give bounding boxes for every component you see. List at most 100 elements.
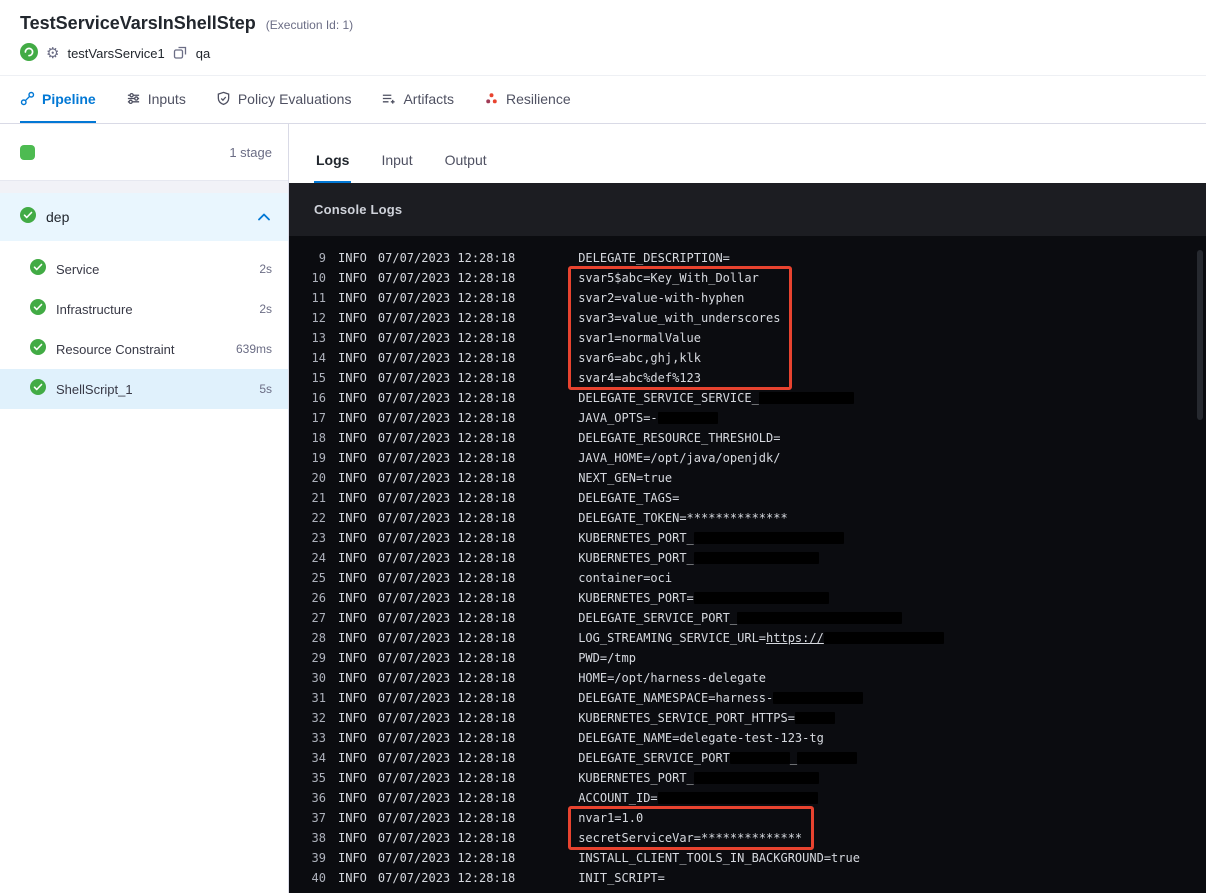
stage-summary-row: 1 stage — [0, 124, 288, 181]
line-number: 14 — [311, 351, 326, 365]
line-number: 30 — [311, 671, 326, 685]
log-link[interactable]: https:// — [766, 631, 824, 645]
log-timestamp: 07/07/2023 12:28:18 — [377, 631, 516, 645]
log-line: 30 INFO 07/07/2023 12:28:18 HOME=/opt/harne… — [289, 668, 1206, 688]
log-text: LOG_STREAMING_SERVICE_URL= — [578, 631, 767, 645]
log-line: 40 INFO 07/07/2023 12:28:18 INIT_SCRIPT= — [289, 868, 1206, 888]
step-item-resource-constraint[interactable]: Resource Constraint 639ms — [0, 329, 288, 369]
line-number: 21 — [311, 491, 326, 505]
log-text: KUBERNETES_PORT_ — [578, 771, 694, 785]
log-text: DELEGATE_RESOURCE_THRESHOLD= — [578, 431, 781, 445]
log-line: 10 INFO 07/07/2023 12:28:18 svar5$abc=Key_W… — [289, 268, 1206, 288]
log-text: svar5$abc=Key_With_Dollar — [578, 271, 759, 285]
log-text: NEXT_GEN=true — [578, 471, 673, 485]
step-item-service[interactable]: Service 2s — [0, 249, 288, 289]
log-level: INFO — [338, 391, 367, 405]
step-list: Service 2s Infrastructure 2s Resource Co… — [0, 241, 288, 417]
log-message: DELEGATE_SERVICE_PORT_ — [578, 611, 903, 625]
log-line: 12 INFO 07/07/2023 12:28:18 svar3=value_wit… — [289, 308, 1206, 328]
tab-pipeline[interactable]: Pipeline — [20, 76, 96, 123]
console-tab-bar: Logs Input Output — [289, 124, 1206, 183]
log-line: 35 INFO 07/07/2023 12:28:18 KUBERNETES_PORT… — [289, 768, 1206, 788]
log-timestamp: 07/07/2023 12:28:18 — [377, 531, 516, 545]
log-text: INIT_SCRIPT= — [578, 871, 665, 885]
console-tab-output[interactable]: Output — [443, 152, 489, 183]
resilience-icon — [484, 91, 499, 106]
log-level: INFO — [338, 831, 367, 845]
service-name[interactable]: testVarsService1 — [67, 46, 164, 61]
log-text: svar4=abc%def%123 — [578, 371, 702, 385]
service-icon — [20, 43, 38, 64]
line-number: 37 — [311, 811, 326, 825]
line-number: 32 — [311, 711, 326, 725]
log-timestamp: 07/07/2023 12:28:18 — [377, 591, 516, 605]
line-number: 29 — [311, 651, 326, 665]
log-level: INFO — [338, 511, 367, 525]
log-text: container=oci — [578, 571, 673, 585]
console-log-area[interactable]: 9 INFO 07/07/2023 12:28:18 DELEGATE_DESCRIP… — [289, 236, 1206, 893]
log-timestamp: 07/07/2023 12:28:18 — [377, 311, 516, 325]
tab-pipeline-label: Pipeline — [42, 90, 96, 107]
environment-name[interactable]: qa — [196, 46, 210, 61]
redacted-text — [693, 531, 844, 544]
line-number: 23 — [311, 531, 326, 545]
log-line: 14 INFO 07/07/2023 12:28:18 svar6=abc,ghj,k… — [289, 348, 1206, 368]
redacted-text — [737, 611, 903, 624]
log-line: 16 INFO 07/07/2023 12:28:18 DELEGATE_SERVIC… — [289, 388, 1206, 408]
console-tab-input[interactable]: Input — [379, 152, 414, 183]
log-text: KUBERNETES_PORT_ — [578, 551, 694, 565]
log-line: 29 INFO 07/07/2023 12:28:18 PWD=/tmp — [289, 648, 1206, 668]
log-level: INFO — [338, 671, 367, 685]
line-number: 17 — [311, 411, 326, 425]
log-level: INFO — [338, 431, 367, 445]
console-logs-header: Console Logs — [289, 183, 1206, 236]
log-line: 19 INFO 07/07/2023 12:28:18 JAVA_HOME=/opt/… — [289, 448, 1206, 468]
log-level: INFO — [338, 691, 367, 705]
step-item-shellscript-1[interactable]: ShellScript_1 5s — [0, 369, 288, 409]
tab-resilience[interactable]: Resilience — [484, 76, 571, 123]
log-level: INFO — [338, 751, 367, 765]
log-timestamp: 07/07/2023 12:28:18 — [377, 331, 516, 345]
content-area: 1 stage dep Service 2s Infrastructure 2s… — [0, 124, 1206, 893]
log-timestamp: 07/07/2023 12:28:18 — [377, 871, 516, 885]
log-message: svar2=value-with-hyphen — [578, 291, 744, 305]
log-text: DELEGATE_TAGS= — [578, 491, 680, 505]
log-line: 36 INFO 07/07/2023 12:28:18 ACCOUNT_ID= — [289, 788, 1206, 808]
scrollbar[interactable] — [1197, 250, 1203, 420]
log-timestamp: 07/07/2023 12:28:18 — [377, 751, 516, 765]
chevron-up-icon[interactable] — [258, 208, 270, 226]
redacted-text — [773, 691, 864, 704]
redacted-text — [657, 791, 818, 804]
log-message: INIT_SCRIPT= — [578, 871, 665, 885]
line-number: 11 — [311, 291, 326, 305]
log-timestamp: 07/07/2023 12:28:18 — [377, 431, 516, 445]
log-level: INFO — [338, 851, 367, 865]
log-level: INFO — [338, 371, 367, 385]
line-number: 31 — [311, 691, 326, 705]
tab-inputs[interactable]: Inputs — [126, 76, 186, 123]
log-text: KUBERNETES_SERVICE_PORT_HTTPS= — [578, 711, 795, 725]
log-timestamp: 07/07/2023 12:28:18 — [377, 371, 516, 385]
console-tab-logs[interactable]: Logs — [314, 152, 352, 183]
log-level: INFO — [338, 611, 367, 625]
execution-header: TestServiceVarsInShellStep (Execution Id… — [0, 0, 1206, 76]
log-line: 31 INFO 07/07/2023 12:28:18 DELEGATE_NAMESP… — [289, 688, 1206, 708]
success-check-icon — [20, 206, 36, 228]
log-text: INSTALL_CLIENT_TOOLS_IN_BACKGROUND=true — [578, 851, 860, 865]
line-number: 9 — [318, 251, 326, 265]
tab-policy-evaluations[interactable]: Policy Evaluations — [216, 76, 351, 123]
line-number: 25 — [311, 571, 326, 585]
tab-artifacts[interactable]: Artifacts — [381, 76, 454, 123]
log-line: 25 INFO 07/07/2023 12:28:18 container=oci — [289, 568, 1206, 588]
log-message: DELEGATE_TOKEN=************** — [578, 511, 788, 525]
line-number: 33 — [311, 731, 326, 745]
tab-resilience-label: Resilience — [506, 90, 571, 107]
step-item-infrastructure[interactable]: Infrastructure 2s — [0, 289, 288, 329]
stage-item-dep[interactable]: dep — [0, 193, 288, 241]
log-lines: 9 INFO 07/07/2023 12:28:18 DELEGATE_DESCRIP… — [289, 248, 1206, 888]
log-level: INFO — [338, 451, 367, 465]
step-label: Service — [56, 261, 100, 277]
line-number: 16 — [311, 391, 326, 405]
log-text: KUBERNETES_PORT= — [578, 591, 694, 605]
redacted-text — [693, 591, 829, 604]
